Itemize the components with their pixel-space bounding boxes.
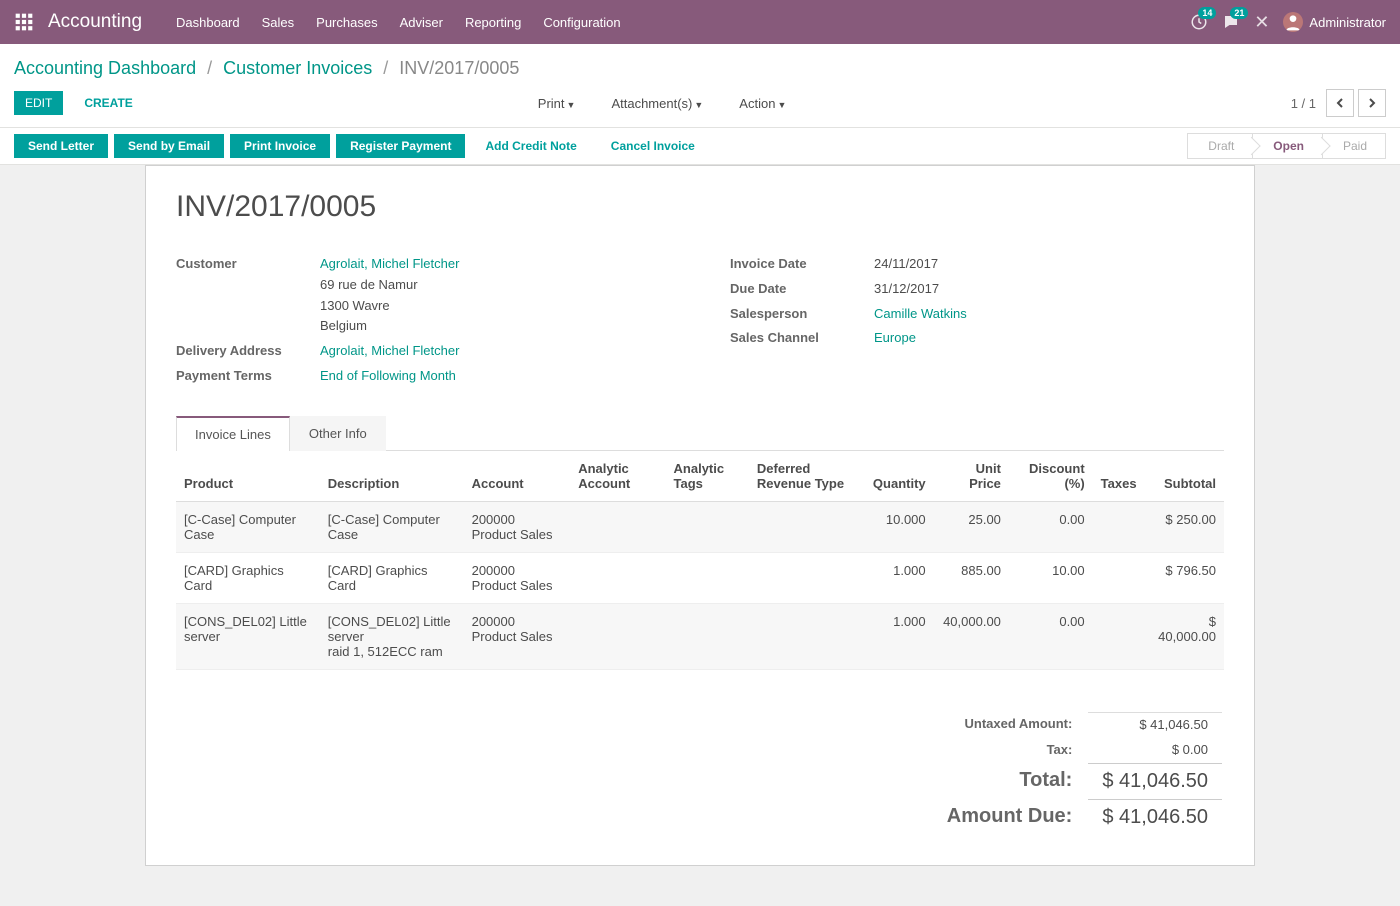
user-name: Administrator bbox=[1309, 15, 1386, 30]
col-analytic-account[interactable]: Analytic Account bbox=[570, 451, 665, 502]
customer-address-2: 1300 Wavre bbox=[320, 298, 390, 313]
menu-dashboard[interactable]: Dashboard bbox=[176, 15, 240, 30]
control-panel: Accounting Dashboard / Customer Invoices… bbox=[0, 44, 1400, 128]
breadcrumb-item-1[interactable]: Customer Invoices bbox=[223, 58, 372, 78]
page-title: INV/2017/0005 bbox=[176, 190, 1224, 224]
label-payment-terms: Payment Terms bbox=[176, 366, 320, 387]
sales-channel-link[interactable]: Europe bbox=[874, 328, 916, 349]
activity-icon[interactable]: 14 bbox=[1190, 13, 1208, 31]
label-tax: Tax: bbox=[933, 738, 1087, 761]
menu-adviser[interactable]: Adviser bbox=[400, 15, 443, 30]
col-analytic-tags[interactable]: Analytic Tags bbox=[666, 451, 749, 502]
menu-purchases[interactable]: Purchases bbox=[316, 15, 377, 30]
breadcrumb: Accounting Dashboard / Customer Invoices… bbox=[14, 44, 1386, 89]
chevron-down-icon: ▼ bbox=[777, 100, 786, 110]
label-due-date: Due Date bbox=[730, 279, 874, 300]
messages-badge: 21 bbox=[1230, 7, 1248, 19]
avatar bbox=[1283, 12, 1303, 32]
send-letter-button[interactable]: Send Letter bbox=[14, 134, 108, 158]
invoice-lines-table: Product Description Account Analytic Acc… bbox=[176, 451, 1224, 670]
value-tax: $ 0.00 bbox=[1088, 738, 1222, 761]
app-brand[interactable]: Accounting bbox=[48, 11, 142, 33]
status-draft[interactable]: Draft bbox=[1187, 133, 1253, 159]
send-by-email-button[interactable]: Send by Email bbox=[114, 134, 224, 158]
label-salesperson: Salesperson bbox=[730, 304, 874, 325]
top-navbar: Accounting Dashboard Sales Purchases Adv… bbox=[0, 0, 1400, 44]
col-subtotal[interactable]: Subtotal bbox=[1145, 451, 1224, 502]
value-untaxed: $ 41,046.50 bbox=[1088, 712, 1222, 736]
table-row[interactable]: [C-Case] Computer Case[C-Case] Computer … bbox=[176, 501, 1224, 552]
delivery-address-link[interactable]: Agrolait, Michel Fletcher bbox=[320, 341, 459, 362]
label-customer: Customer bbox=[176, 254, 320, 337]
customer-address-3: Belgium bbox=[320, 318, 367, 333]
menu-configuration[interactable]: Configuration bbox=[543, 15, 620, 30]
create-button[interactable]: Create bbox=[73, 91, 143, 115]
label-total: Total: bbox=[933, 763, 1087, 797]
label-invoice-date: Invoice Date bbox=[730, 254, 874, 275]
pager-prev-button[interactable] bbox=[1326, 89, 1354, 117]
totals-block: Untaxed Amount: $ 41,046.50 Tax: $ 0.00 … bbox=[176, 710, 1224, 835]
apps-icon[interactable] bbox=[14, 12, 34, 32]
menu-reporting[interactable]: Reporting bbox=[465, 15, 521, 30]
col-account[interactable]: Account bbox=[464, 451, 571, 502]
chevron-down-icon: ▼ bbox=[567, 100, 576, 110]
activity-badge: 14 bbox=[1198, 7, 1216, 19]
register-payment-button[interactable]: Register Payment bbox=[336, 134, 465, 158]
col-quantity[interactable]: Quantity bbox=[865, 451, 934, 502]
messages-icon[interactable]: 21 bbox=[1222, 13, 1240, 31]
table-row[interactable]: [CARD] Graphics Card[CARD] Graphics Card… bbox=[176, 552, 1224, 603]
print-invoice-button[interactable]: Print Invoice bbox=[230, 134, 330, 158]
customer-address-1: 69 rue de Namur bbox=[320, 277, 418, 292]
value-amount-due: $ 41,046.50 bbox=[1088, 799, 1222, 833]
chevron-down-icon: ▼ bbox=[694, 100, 703, 110]
attachments-dropdown[interactable]: Attachment(s)▼ bbox=[597, 91, 717, 116]
user-menu[interactable]: Administrator bbox=[1283, 12, 1386, 32]
salesperson-link[interactable]: Camille Watkins bbox=[874, 304, 967, 325]
status-paid[interactable]: Paid bbox=[1322, 133, 1386, 159]
pager-next-button[interactable] bbox=[1358, 89, 1386, 117]
value-total: $ 41,046.50 bbox=[1088, 763, 1222, 797]
invoice-date: 24/11/2017 bbox=[874, 254, 938, 275]
col-description[interactable]: Description bbox=[320, 451, 464, 502]
cancel-invoice-button[interactable]: Cancel Invoice bbox=[597, 134, 709, 158]
due-date: 31/12/2017 bbox=[874, 279, 939, 300]
col-product[interactable]: Product bbox=[176, 451, 320, 502]
main-menu: Dashboard Sales Purchases Adviser Report… bbox=[176, 15, 621, 30]
tab-other-info[interactable]: Other Info bbox=[290, 416, 386, 451]
add-credit-note-button[interactable]: Add Credit Note bbox=[471, 134, 590, 158]
label-amount-due: Amount Due: bbox=[933, 799, 1087, 833]
breadcrumb-current: INV/2017/0005 bbox=[399, 58, 519, 78]
col-discount[interactable]: Discount (%) bbox=[1009, 451, 1093, 502]
status-open[interactable]: Open bbox=[1252, 133, 1323, 159]
pager-text[interactable]: 1 / 1 bbox=[1291, 96, 1316, 111]
close-icon[interactable]: ✕ bbox=[1254, 12, 1269, 33]
print-dropdown[interactable]: Print▼ bbox=[524, 91, 590, 116]
tabs: Invoice Lines Other Info bbox=[176, 415, 1224, 451]
tab-invoice-lines[interactable]: Invoice Lines bbox=[176, 416, 290, 451]
action-dropdown[interactable]: Action▼ bbox=[725, 91, 800, 116]
status-pills: Draft Open Paid bbox=[1188, 133, 1386, 159]
payment-terms-link[interactable]: End of Following Month bbox=[320, 366, 456, 387]
col-taxes[interactable]: Taxes bbox=[1093, 451, 1145, 502]
label-sales-channel: Sales Channel bbox=[730, 328, 874, 349]
breadcrumb-item-0[interactable]: Accounting Dashboard bbox=[14, 58, 196, 78]
customer-link[interactable]: Agrolait, Michel Fletcher bbox=[320, 256, 459, 271]
edit-button[interactable]: Edit bbox=[14, 91, 63, 115]
form-view: INV/2017/0005 Customer Agrolait, Michel … bbox=[0, 165, 1400, 906]
status-bar: Send Letter Send by Email Print Invoice … bbox=[0, 128, 1400, 165]
menu-sales[interactable]: Sales bbox=[262, 15, 295, 30]
col-unit-price[interactable]: Unit Price bbox=[934, 451, 1009, 502]
table-row[interactable]: [CONS_DEL02] Little server[CONS_DEL02] L… bbox=[176, 603, 1224, 669]
label-untaxed: Untaxed Amount: bbox=[933, 712, 1087, 736]
label-delivery-address: Delivery Address bbox=[176, 341, 320, 362]
form-sheet: INV/2017/0005 Customer Agrolait, Michel … bbox=[145, 165, 1255, 866]
col-deferred[interactable]: Deferred Revenue Type bbox=[749, 451, 865, 502]
